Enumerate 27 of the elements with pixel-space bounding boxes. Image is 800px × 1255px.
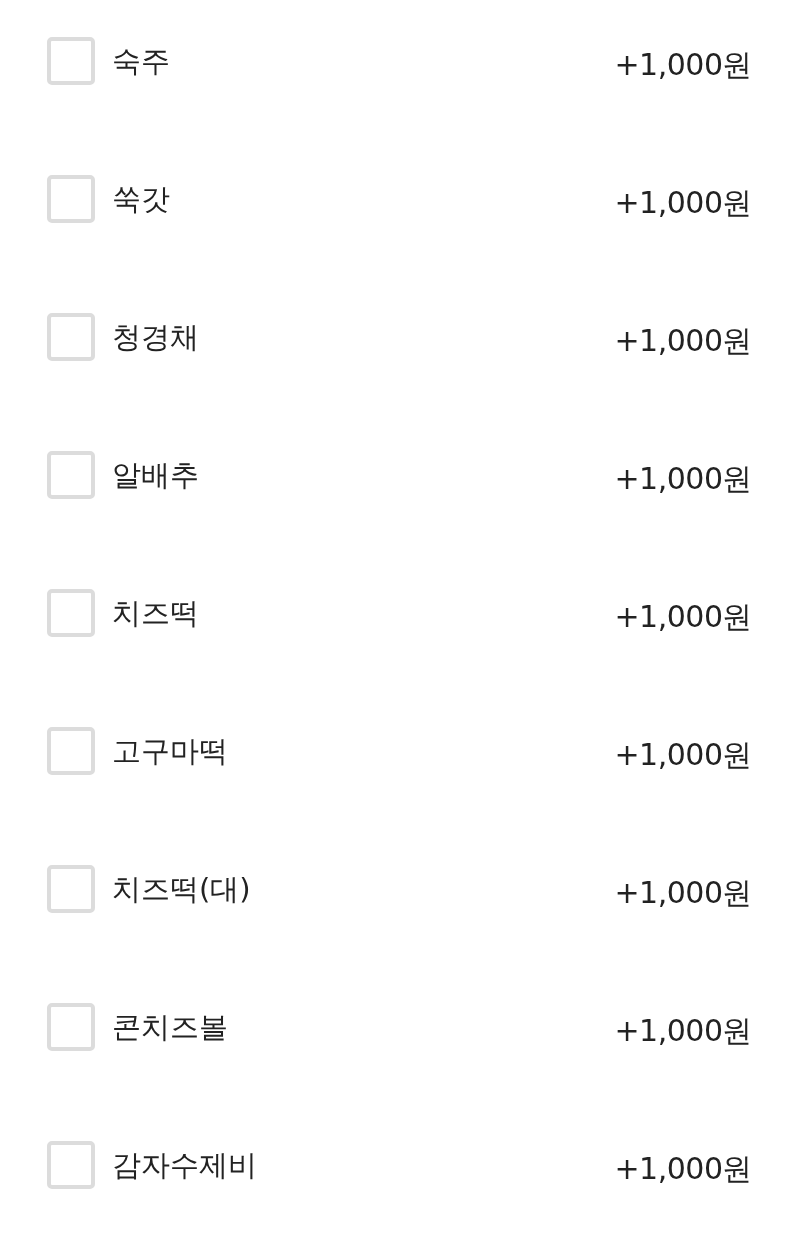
option-price: +1,000원 (614, 736, 752, 774)
option-price: +1,000원 (614, 184, 752, 222)
checkbox[interactable] (47, 1003, 95, 1051)
option-label: 고구마떡 (112, 733, 229, 770)
option-price: +1,000원 (614, 874, 752, 912)
option-label: 쑥갓 (112, 181, 171, 218)
option-label: 감자수제비 (112, 1147, 258, 1184)
option-label: 콘치즈볼 (112, 1009, 229, 1046)
checkbox[interactable] (47, 589, 95, 637)
option-label: 숙주 (112, 43, 171, 80)
checkbox[interactable] (47, 865, 95, 913)
option-label: 알배추 (112, 457, 200, 494)
checkbox[interactable] (47, 727, 95, 775)
checkbox[interactable] (47, 175, 95, 223)
option-price: +1,000원 (614, 46, 752, 84)
option-label: 치즈떡(대) (112, 871, 252, 908)
checkbox[interactable] (47, 451, 95, 499)
option-label: 청경채 (112, 319, 200, 356)
option-price: +1,000원 (614, 1012, 752, 1050)
option-price: +1,000원 (614, 598, 752, 636)
option-label: 치즈떡 (112, 595, 200, 632)
checkbox[interactable] (47, 1141, 95, 1189)
option-price: +1,000원 (614, 460, 752, 498)
checkbox[interactable] (47, 313, 95, 361)
checkbox[interactable] (47, 37, 95, 85)
option-price: +1,000원 (614, 322, 752, 360)
option-price: +1,000원 (614, 1150, 752, 1188)
